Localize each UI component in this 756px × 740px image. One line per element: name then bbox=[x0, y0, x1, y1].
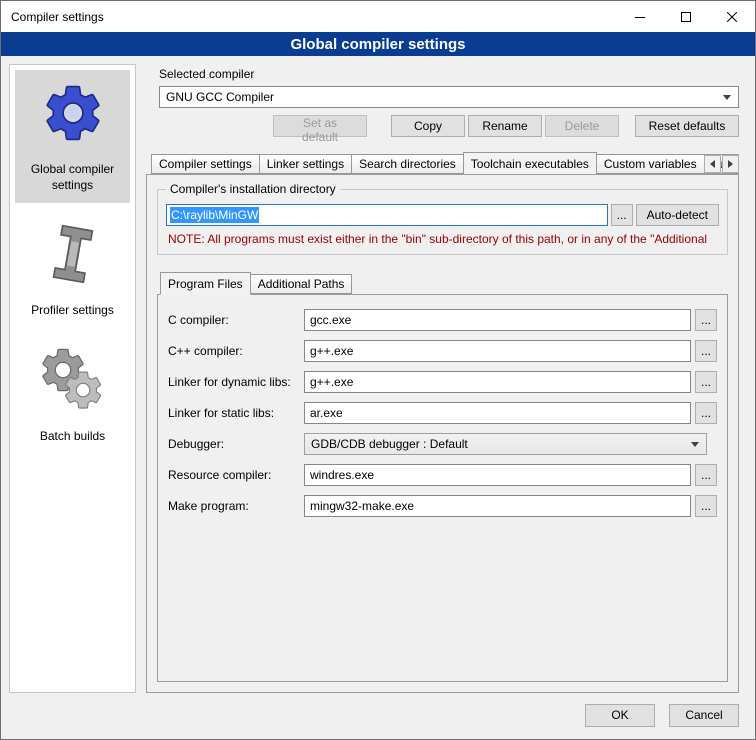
installation-directory-browse-button[interactable]: ... bbox=[611, 204, 633, 226]
make-program-input[interactable] bbox=[304, 495, 691, 517]
titlebar: Compiler settings bbox=[1, 1, 755, 32]
tab-toolchain-executables[interactable]: Toolchain executables bbox=[463, 152, 597, 174]
chevron-down-icon bbox=[723, 95, 731, 100]
ok-button[interactable]: OK bbox=[585, 704, 655, 727]
make-program-browse-button[interactable]: ... bbox=[695, 495, 717, 517]
tab-scroll-buttons bbox=[703, 155, 739, 173]
reset-defaults-button[interactable]: Reset defaults bbox=[635, 115, 739, 137]
installation-directory-input[interactable]: C:\raylib\MinGW bbox=[166, 204, 608, 226]
dialog-footer: OK Cancel bbox=[1, 699, 755, 739]
tab-linker-settings[interactable]: Linker settings bbox=[259, 154, 352, 174]
close-icon bbox=[727, 12, 737, 22]
cancel-button[interactable]: Cancel bbox=[669, 704, 739, 727]
cpp-compiler-input[interactable] bbox=[304, 340, 691, 362]
make-program-row: Make program: ... bbox=[168, 495, 717, 517]
c-compiler-input[interactable] bbox=[304, 309, 691, 331]
tab-program-files[interactable]: Program Files bbox=[160, 272, 251, 295]
sidebar-item-global-compiler-settings[interactable]: Global compiler settings bbox=[15, 70, 130, 203]
tab-scroll-left-button[interactable] bbox=[704, 155, 721, 173]
main-content: Selected compiler GNU GCC Compiler Set a… bbox=[146, 64, 747, 693]
c-compiler-label: C compiler: bbox=[168, 313, 304, 327]
gear-blue-icon bbox=[40, 80, 106, 146]
gears-stack-icon bbox=[40, 347, 106, 413]
toolchain-executables-panel: Compiler's installation directory C:\ray… bbox=[146, 174, 739, 693]
sidebar-item-batch-builds[interactable]: Batch builds bbox=[15, 337, 130, 455]
auto-detect-button[interactable]: Auto-detect bbox=[636, 204, 719, 226]
inner-tabstrip: Program Files Additional Paths bbox=[160, 271, 728, 294]
debugger-row: Debugger: GDB/CDB debugger : Default bbox=[168, 433, 717, 455]
dynamic-linker-label: Linker for dynamic libs: bbox=[168, 375, 304, 389]
sidebar-item-profiler-settings[interactable]: Profiler settings bbox=[15, 211, 130, 329]
sidebar-item-label: Batch builds bbox=[40, 429, 105, 445]
chevron-down-icon bbox=[691, 442, 699, 447]
static-linker-input[interactable] bbox=[304, 402, 691, 424]
debugger-select[interactable]: GDB/CDB debugger : Default bbox=[304, 433, 707, 455]
installation-directory-value: C:\raylib\MinGW bbox=[170, 207, 259, 223]
program-files-notebook: Program Files Additional Paths C compile… bbox=[157, 263, 728, 682]
maximize-button[interactable] bbox=[663, 1, 709, 32]
installation-directory-row: C:\raylib\MinGW ... Auto-detect bbox=[166, 204, 719, 226]
resource-compiler-browse-button[interactable]: ... bbox=[695, 464, 717, 486]
c-compiler-row: C compiler: ... bbox=[168, 309, 717, 331]
window-title: Compiler settings bbox=[1, 10, 104, 24]
set-as-default-button[interactable]: Set as default bbox=[273, 115, 367, 137]
tab-additional-paths[interactable]: Additional Paths bbox=[250, 274, 353, 294]
close-button[interactable] bbox=[709, 1, 755, 32]
minimize-button[interactable] bbox=[617, 1, 663, 32]
resource-compiler-input[interactable] bbox=[304, 464, 691, 486]
dynamic-linker-input[interactable] bbox=[304, 371, 691, 393]
installation-note: NOTE: All programs must exist either in … bbox=[168, 232, 719, 246]
window-controls bbox=[617, 1, 755, 32]
tab-compiler-settings[interactable]: Compiler settings bbox=[151, 154, 260, 174]
copy-button[interactable]: Copy bbox=[391, 115, 465, 137]
static-linker-row: Linker for static libs: ... bbox=[168, 402, 717, 424]
dynamic-linker-row: Linker for dynamic libs: ... bbox=[168, 371, 717, 393]
arrow-right-icon bbox=[728, 160, 733, 168]
compiler-actions-row: Set as default Copy Rename Delete Reset … bbox=[159, 115, 739, 137]
tab-custom-variables[interactable]: Custom variables bbox=[596, 154, 705, 174]
dynamic-linker-browse-button[interactable]: ... bbox=[695, 371, 717, 393]
settings-tabstrip: Compiler settings Linker settings Search… bbox=[151, 151, 739, 174]
selected-compiler-label: Selected compiler bbox=[159, 67, 739, 81]
dialog-header-title: Global compiler settings bbox=[1, 32, 755, 56]
make-program-label: Make program: bbox=[168, 499, 304, 513]
resource-compiler-label: Resource compiler: bbox=[168, 468, 304, 482]
profiler-clamp-icon bbox=[40, 221, 106, 287]
program-files-panel: C compiler: ... C++ compiler: ... Linker bbox=[157, 294, 728, 682]
installation-directory-group-title: Compiler's installation directory bbox=[166, 182, 340, 196]
delete-button[interactable]: Delete bbox=[545, 115, 619, 137]
cpp-compiler-row: C++ compiler: ... bbox=[168, 340, 717, 362]
rename-button[interactable]: Rename bbox=[468, 115, 542, 137]
tab-search-directories[interactable]: Search directories bbox=[351, 154, 464, 174]
cpp-compiler-label: C++ compiler: bbox=[168, 344, 304, 358]
cpp-compiler-browse-button[interactable]: ... bbox=[695, 340, 717, 362]
arrow-left-icon bbox=[710, 160, 715, 168]
c-compiler-browse-button[interactable]: ... bbox=[695, 309, 717, 331]
sidebar-item-label: Global compiler settings bbox=[17, 162, 128, 193]
selected-compiler-value: GNU GCC Compiler bbox=[166, 90, 716, 104]
minimize-icon bbox=[635, 12, 645, 22]
installation-directory-groupbox: Compiler's installation directory C:\ray… bbox=[157, 189, 728, 255]
program-files-rows: C compiler: ... C++ compiler: ... Linker bbox=[158, 295, 727, 526]
sidebar: Global compiler settings Profiler settin… bbox=[9, 64, 136, 693]
dialog-body: Global compiler settings Profiler settin… bbox=[1, 56, 755, 699]
sidebar-item-label: Profiler settings bbox=[31, 303, 114, 319]
tab-scroll-right-button[interactable] bbox=[722, 155, 739, 173]
maximize-icon bbox=[681, 12, 691, 22]
static-linker-label: Linker for static libs: bbox=[168, 406, 304, 420]
resource-compiler-row: Resource compiler: ... bbox=[168, 464, 717, 486]
debugger-value: GDB/CDB debugger : Default bbox=[311, 437, 684, 451]
selected-compiler-select[interactable]: GNU GCC Compiler bbox=[159, 86, 739, 108]
debugger-label: Debugger: bbox=[168, 437, 304, 451]
static-linker-browse-button[interactable]: ... bbox=[695, 402, 717, 424]
compiler-settings-window: Compiler settings Global compiler settin… bbox=[0, 0, 756, 740]
